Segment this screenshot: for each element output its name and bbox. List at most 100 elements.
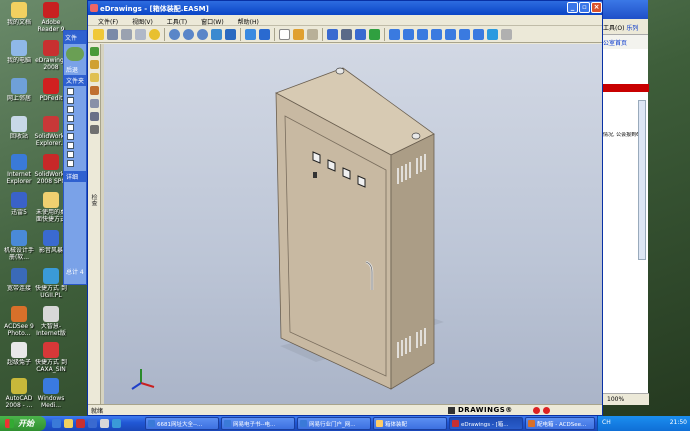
- tools-menu[interactable]: 工具(O): [603, 25, 624, 32]
- desktop-icon-autocad[interactable]: AutoCAD 2008 - ...: [2, 378, 36, 409]
- view-right-icon[interactable]: [431, 29, 442, 40]
- stop-animation-icon[interactable]: [533, 407, 540, 414]
- acdsee-icon: [528, 420, 535, 427]
- menu-file[interactable]: 文件(F): [98, 19, 118, 26]
- view-iso-alt-icon[interactable]: [487, 29, 498, 40]
- print-icon[interactable]: [121, 29, 132, 40]
- desktop-icon-label: 迅雷5: [11, 209, 27, 216]
- desktop-icon-mech-handbook[interactable]: 机械设计手册(软...: [2, 230, 36, 261]
- checkbox[interactable]: [67, 142, 74, 149]
- next-icon[interactable]: [355, 29, 366, 40]
- menu-tools[interactable]: 工具(T): [167, 19, 187, 26]
- desktop-icon-wmp[interactable]: Windows Medi...: [34, 378, 68, 409]
- markup-icon[interactable]: [90, 60, 99, 69]
- total-label: 总计 4: [66, 269, 84, 276]
- back-button[interactable]: [66, 47, 84, 61]
- rotate-icon[interactable]: [211, 29, 222, 40]
- desktop-icon-rabbit[interactable]: 超级兔子: [2, 342, 36, 366]
- view-solid-icon[interactable]: [259, 29, 270, 40]
- desktop-icon-broadband[interactable]: 宽带连接: [2, 268, 36, 292]
- task-netease-ebook[interactable]: 网易电子书--电...: [221, 417, 295, 430]
- task-6681[interactable]: 6681网址大全--...: [145, 417, 219, 430]
- edrawings-quicklaunch-icon[interactable]: [76, 419, 85, 428]
- view-iso-icon[interactable]: [473, 29, 484, 40]
- folder-icon[interactable]: [90, 73, 99, 82]
- cabinet-model[interactable]: [104, 44, 602, 406]
- menu-window[interactable]: 窗口(W): [201, 19, 224, 26]
- checkbox[interactable]: [67, 151, 74, 158]
- desktop-icon-my-computer[interactable]: 我的电脑: [2, 40, 36, 64]
- view-back-icon[interactable]: [403, 29, 414, 40]
- window-titlebar[interactable]: eDrawings - [箱体装配.EASM] _ ▫ ×: [88, 1, 602, 15]
- app-quicklaunch-icon[interactable]: [100, 419, 109, 428]
- checkbox[interactable]: [67, 88, 74, 95]
- stop-icon[interactable]: [341, 29, 352, 40]
- light-icon[interactable]: [501, 29, 512, 40]
- view-left-icon[interactable]: [417, 29, 428, 40]
- section-icon[interactable]: [307, 29, 318, 40]
- view-top-icon[interactable]: [445, 29, 456, 40]
- zoom-area-icon[interactable]: [197, 29, 208, 40]
- link-text[interactable]: 乐列: [626, 25, 638, 32]
- view-3d-icon[interactable]: [245, 29, 256, 40]
- task-label: 网易电子书--电...: [233, 422, 276, 428]
- explode-icon[interactable]: [293, 29, 304, 40]
- desktop-quicklaunch-icon[interactable]: [64, 419, 73, 428]
- record-icon[interactable]: [543, 407, 550, 414]
- mark-icon[interactable]: [90, 47, 99, 56]
- checkbox[interactable]: [67, 124, 74, 131]
- menu-view[interactable]: 视图(V): [132, 19, 153, 26]
- ug-quicklaunch-icon[interactable]: [112, 419, 121, 428]
- zoom-icon[interactable]: [183, 29, 194, 40]
- minimize-button[interactable]: _: [567, 2, 578, 13]
- checkbox[interactable]: [67, 106, 74, 113]
- desktop-icon-my-documents[interactable]: 我的文档: [2, 2, 36, 26]
- desktop-icon-recycle-bin[interactable]: 回收站: [2, 116, 36, 140]
- maximize-button[interactable]: ▫: [579, 2, 590, 13]
- edrawings-window[interactable]: eDrawings - [箱体装配.EASM] _ ▫ × 文件(F) 视图(V…: [87, 0, 603, 416]
- pan-icon[interactable]: [225, 29, 236, 40]
- checkbox[interactable]: [67, 133, 74, 140]
- lifting-eye: [411, 132, 421, 140]
- stamp-icon[interactable]: [90, 125, 99, 134]
- desktop-icon-adobe-reader[interactable]: Adobe Reader 9: [34, 2, 68, 33]
- play-icon[interactable]: [369, 29, 380, 40]
- pencil-icon[interactable]: [90, 86, 99, 95]
- desktop-icon-network[interactable]: 网上邻居: [2, 78, 36, 102]
- zoom-level[interactable]: 100%: [603, 393, 649, 405]
- close-button[interactable]: ×: [591, 2, 602, 13]
- media-quicklaunch-icon[interactable]: [88, 419, 97, 428]
- desktop-icon-ie[interactable]: Internet Explorer: [2, 154, 36, 185]
- checkbox[interactable]: [67, 160, 74, 167]
- language-indicator[interactable]: CH: [602, 419, 611, 426]
- 3d-viewport[interactable]: [104, 44, 602, 406]
- help-icon[interactable]: [149, 29, 160, 40]
- scrollbar[interactable]: [638, 100, 646, 260]
- ie-quicklaunch-icon[interactable]: [52, 419, 61, 428]
- checkbox[interactable]: [67, 97, 74, 104]
- view-bottom-icon[interactable]: [459, 29, 470, 40]
- task-netease-portal[interactable]: 网易行业门户_网...: [297, 417, 371, 430]
- desktop-icon-xunlei[interactable]: 迅雷5: [2, 192, 36, 216]
- clock[interactable]: 21:50: [670, 419, 687, 426]
- office-home-link[interactable]: 公室首页: [603, 40, 627, 47]
- first-icon[interactable]: [327, 29, 338, 40]
- menu-help[interactable]: 帮助(H): [238, 19, 259, 26]
- task-folder-cabinet[interactable]: 箱体装配: [373, 417, 447, 430]
- measure-icon[interactable]: [90, 99, 99, 108]
- desktop-icon-dzh[interactable]: 大智慧-Internet版: [34, 306, 68, 337]
- task-edrawings[interactable]: eDrawings - [箱...: [449, 417, 523, 430]
- task-acdsee[interactable]: 配电箱 - ACDSee...: [525, 417, 595, 430]
- desktop-icon-acdsee[interactable]: ACDSee 9 Photo...: [2, 306, 36, 337]
- task-label: eDrawings - [箱...: [461, 422, 509, 428]
- checkbox[interactable]: [67, 115, 74, 122]
- start-button[interactable]: 开始: [0, 416, 46, 431]
- view-front-icon[interactable]: [389, 29, 400, 40]
- open-icon[interactable]: [93, 29, 104, 40]
- print-preview-icon[interactable]: [135, 29, 146, 40]
- select-icon[interactable]: [279, 29, 290, 40]
- zoom-fit-icon[interactable]: [169, 29, 180, 40]
- component-icon[interactable]: [90, 112, 99, 121]
- save-icon[interactable]: [107, 29, 118, 40]
- desktop-icon-caxa[interactable]: 快捷方式 到 CAXA_SIN: [34, 342, 68, 373]
